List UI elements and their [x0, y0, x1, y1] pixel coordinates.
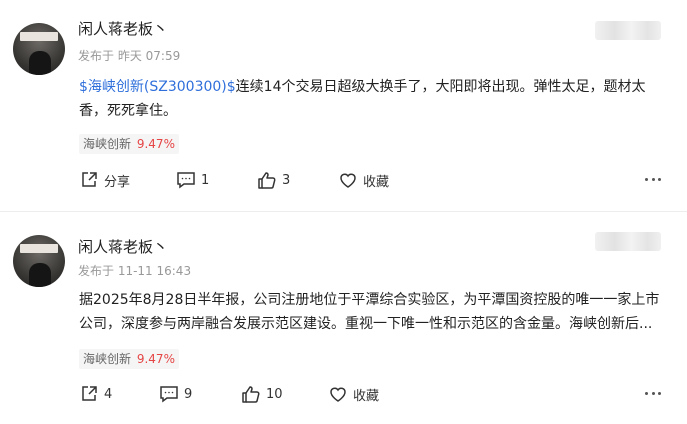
post-text-line: 据2025年8月28日半年报，公司注册地位于平潭综合实验区，为平潭国资控股的唯一…: [79, 292, 660, 308]
blurred-badge: [595, 21, 661, 40]
avatar-sign: [20, 244, 58, 253]
share-button[interactable]: 分享: [79, 170, 130, 190]
comment-count: 9: [184, 386, 193, 402]
post-card: 闲人蒋老板丶 发布于 昨天 07:59 $海峡创新(SZ300300)$连续14…: [0, 0, 687, 211]
stock-tag[interactable]: 海峡创新 9.47%: [79, 134, 179, 154]
post-time: 发布于 昨天 07:59: [78, 49, 181, 63]
post-content[interactable]: 据2025年8月28日半年报，公司注册地位于平潭综合实验区，为平潭国资控股的唯一…: [79, 288, 661, 336]
share-icon: [82, 386, 97, 401]
comment-button[interactable]: 1: [176, 170, 209, 190]
avatar-sign: [20, 32, 58, 41]
share-count: 4: [104, 386, 113, 402]
favorite-button[interactable]: 收藏: [328, 384, 379, 404]
stock-tag-name: 海峡创新: [83, 137, 132, 151]
share-icon: [82, 172, 97, 187]
post-time: 发布于 11-11 16:43: [78, 264, 192, 278]
thumbs-up-icon: [258, 172, 276, 189]
action-bar: 4 9 10 收藏: [0, 380, 687, 410]
like-count: 10: [266, 386, 283, 402]
heart-icon: [330, 387, 346, 402]
share-label: 分享: [104, 174, 131, 190]
blurred-badge: [595, 232, 661, 251]
favorite-button[interactable]: 收藏: [338, 170, 389, 190]
comment-count: 1: [201, 172, 210, 188]
stock-link[interactable]: $海峡创新(SZ300300)$: [79, 79, 236, 95]
author-name[interactable]: 闲人蒋老板丶: [78, 18, 168, 39]
comment-icon: [160, 386, 178, 403]
post-content[interactable]: $海峡创新(SZ300300)$连续14个交易日超级大换手了，大阳即将出现。弹性…: [79, 75, 661, 123]
share-button[interactable]: 4: [79, 384, 112, 404]
like-count: 3: [282, 172, 291, 188]
comment-icon: [177, 172, 195, 189]
thumbs-up-icon: [242, 386, 260, 403]
post-text-line: 公司，深度参与两岸融合发展示范区建设。重视一下唯一性和示范区的含金量。海峡创新后…: [79, 316, 653, 332]
post-card: 闲人蒋老板丶 发布于 11-11 16:43 据2025年8月28日半年报，公司…: [0, 211, 687, 423]
avatar-person: [29, 51, 51, 75]
more-options-icon[interactable]: [645, 392, 661, 396]
favorite-label: 收藏: [353, 388, 380, 404]
avatar-person: [29, 263, 51, 287]
stock-tag-change: 9.47%: [136, 137, 175, 151]
stock-tag-change: 9.47%: [136, 352, 175, 366]
action-bar: 分享 1 3 收藏: [0, 166, 687, 196]
more-options-icon[interactable]: [645, 178, 661, 182]
stock-tag[interactable]: 海峡创新 9.47%: [79, 349, 179, 369]
like-button[interactable]: 10: [241, 384, 283, 404]
heart-icon: [340, 173, 356, 188]
comment-button[interactable]: 9: [159, 384, 192, 404]
favorite-label: 收藏: [363, 174, 390, 190]
like-button[interactable]: 3: [257, 170, 290, 190]
author-name[interactable]: 闲人蒋老板丶: [78, 236, 168, 257]
avatar[interactable]: [13, 235, 65, 287]
avatar[interactable]: [13, 23, 65, 75]
stock-tag-name: 海峡创新: [83, 352, 132, 366]
